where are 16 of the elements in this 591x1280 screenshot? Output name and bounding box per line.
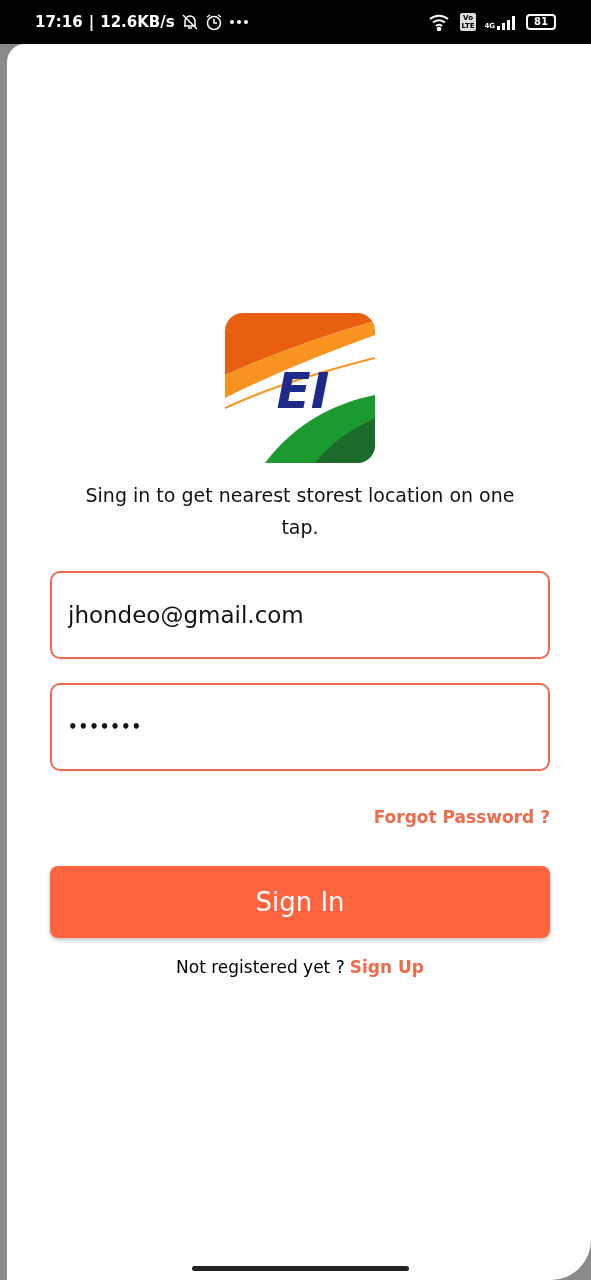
clock-time: 17:16 [35,13,83,31]
home-indicator[interactable] [191,1266,409,1271]
sign-up-link[interactable]: Sign Up [349,955,424,979]
signup-prompt: Not registered yet ? [176,956,345,979]
password-field[interactable]: ••••••• [50,683,550,771]
email-field[interactable]: jhondeo@gmail.com [50,571,550,659]
separator: | [88,13,95,31]
tagline: Sing in to get nearest storest location on one tap. [84,483,516,540]
alarm-clock-icon [204,13,223,31]
more-icon [228,19,249,25]
forgot-password-link[interactable]: Forgot Password ? [373,805,550,829]
network-speed: 12.6KB/s [100,13,175,31]
sign-in-button[interactable]: Sign In [50,866,550,938]
app-logo: EI [225,313,375,463]
bell-muted-icon [180,13,199,31]
battery-indicator: 81 [526,14,556,30]
